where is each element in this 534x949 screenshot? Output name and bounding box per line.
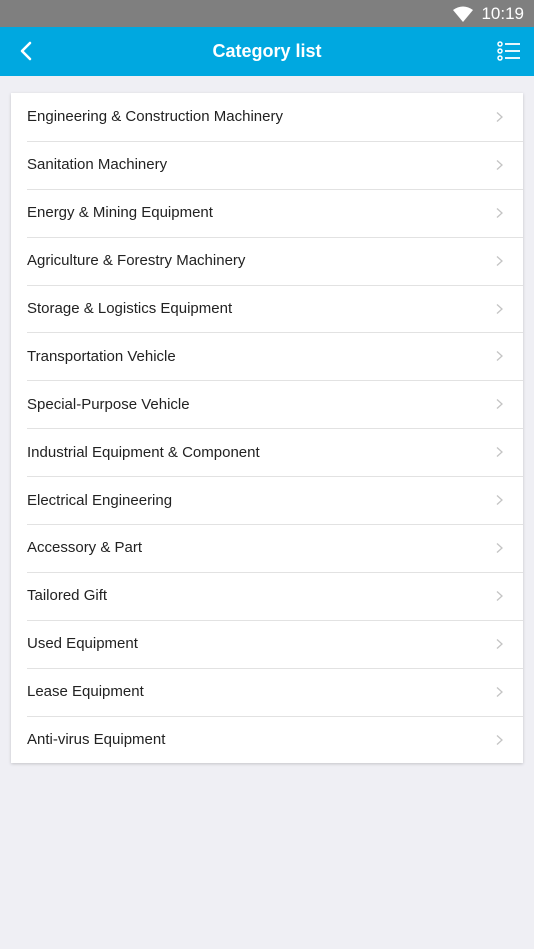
category-item[interactable]: Lease Equipment <box>11 667 523 716</box>
status-time: 10:19 <box>481 3 524 23</box>
category-item-label: Engineering & Construction Machinery <box>27 108 283 126</box>
category-item-label: Sanitation Machinery <box>27 156 168 174</box>
category-item-label: Energy & Mining Equipment <box>27 204 213 222</box>
status-indicators: 10:19 <box>453 0 524 27</box>
app-bar: Category list <box>0 27 534 76</box>
list-menu-button[interactable] <box>494 36 524 66</box>
category-item-label: Tailored Gift <box>27 587 108 605</box>
chevron-left-icon <box>20 41 32 61</box>
category-item[interactable]: Used Equipment <box>11 619 523 668</box>
category-item[interactable]: Accessory & Part <box>11 524 523 572</box>
chevron-right-icon <box>496 399 503 410</box>
chevron-right-icon <box>496 447 503 458</box>
category-item[interactable]: Electrical Engineering <box>11 476 523 524</box>
category-item-label: Lease Equipment <box>27 683 144 701</box>
chevron-right-icon <box>496 303 503 314</box>
category-item-label: Transportation Vehicle <box>27 347 176 365</box>
category-item-label: Special-Purpose Vehicle <box>27 395 190 413</box>
page-title: Category list <box>212 41 322 61</box>
category-item[interactable]: Storage & Logistics Equipment <box>11 284 523 333</box>
chevron-right-icon <box>496 734 503 745</box>
wifi-icon <box>453 6 474 22</box>
category-item[interactable]: Anti-virus Equipment <box>11 715 523 764</box>
chevron-right-icon <box>496 590 503 601</box>
chevron-right-icon <box>496 638 503 649</box>
chevron-right-icon <box>496 686 503 697</box>
chevron-right-icon <box>496 159 503 170</box>
category-item-label: Storage & Logistics Equipment <box>27 300 233 317</box>
category-item-label: Agriculture & Forestry Machinery <box>27 252 246 270</box>
chevron-right-icon <box>496 495 503 506</box>
category-item-label: Industrial Equipment & Component <box>27 443 260 461</box>
category-item[interactable]: Agriculture & Forestry Machinery <box>11 236 523 285</box>
status-bar: 10:19 <box>0 0 534 27</box>
category-item[interactable]: Tailored Gift <box>11 571 523 620</box>
category-item-label: Anti-virus Equipment <box>27 731 166 749</box>
category-item[interactable]: Engineering & Construction Machinery <box>11 93 523 141</box>
list-menu-icon <box>497 41 520 61</box>
chevron-right-icon <box>496 111 503 122</box>
category-item[interactable]: Industrial Equipment & Component <box>11 428 523 476</box>
category-item[interactable]: Transportation Vehicle <box>11 332 523 380</box>
back-button[interactable] <box>10 35 42 67</box>
chevron-right-icon <box>496 255 503 266</box>
category-item-label: Electrical Engineering <box>27 491 173 509</box>
category-item[interactable]: Energy & Mining Equipment <box>11 188 523 237</box>
chevron-right-icon <box>496 351 503 362</box>
category-item[interactable]: Special-Purpose Vehicle <box>11 380 523 428</box>
category-item[interactable]: Sanitation Machinery <box>11 140 523 189</box>
category-item-label: Accessory & Part <box>27 539 143 557</box>
chevron-right-icon <box>496 542 503 553</box>
category-item-label: Used Equipment <box>27 635 138 653</box>
chevron-right-icon <box>496 207 503 218</box>
category-list: Engineering & Construction Machinery Sani… <box>11 93 523 764</box>
